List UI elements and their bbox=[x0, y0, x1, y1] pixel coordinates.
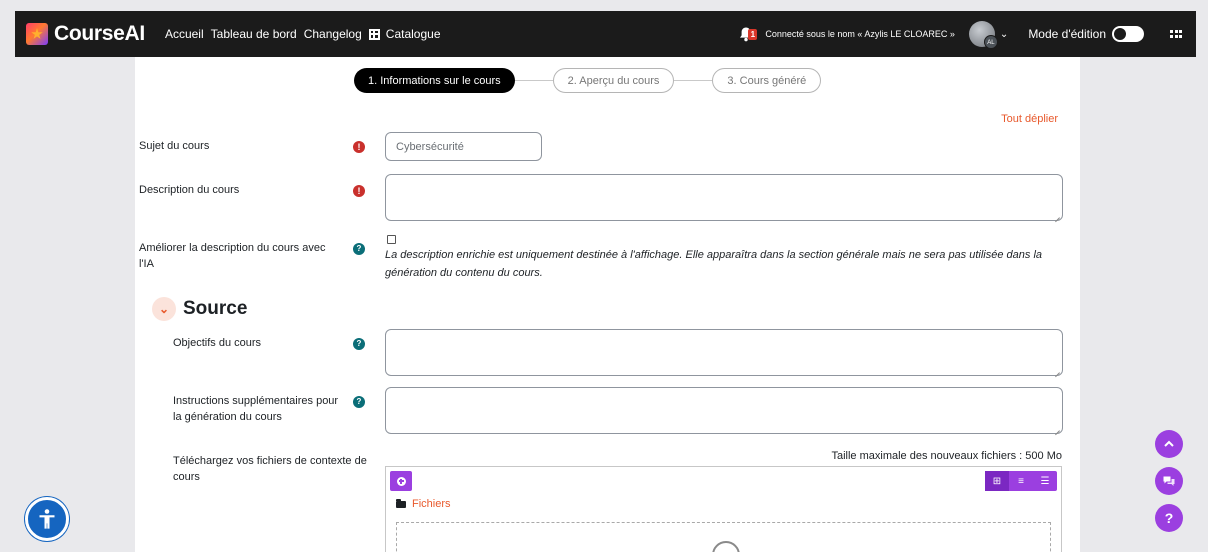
tree-view-button[interactable]: ☰ bbox=[1033, 471, 1057, 491]
file-drop-zone[interactable] bbox=[396, 522, 1051, 552]
user-menu-chevron-down-icon[interactable]: ⌄ bbox=[1000, 29, 1008, 40]
expand-all-link[interactable]: Tout déplier bbox=[1001, 113, 1058, 125]
help-question-icon[interactable]: ? bbox=[353, 243, 365, 255]
list-view-button[interactable]: ≡ bbox=[1009, 471, 1033, 491]
notifications-button[interactable]: 1 bbox=[739, 26, 758, 42]
nav-changelog[interactable]: Changelog bbox=[304, 27, 362, 41]
description-label: Description du cours bbox=[139, 184, 240, 196]
subject-label: Sujet du cours bbox=[139, 140, 210, 152]
catalog-grid-icon bbox=[368, 28, 380, 40]
help-question-icon[interactable]: ? bbox=[353, 338, 365, 350]
resize-handle-icon[interactable] bbox=[1054, 367, 1060, 373]
max-file-size-text: Taille maximale des nouveaux fichiers : … bbox=[831, 450, 1062, 462]
chevron-up-icon bbox=[1164, 440, 1174, 447]
icons-view-button[interactable]: ⊞ bbox=[985, 471, 1009, 491]
user-area: 1 Connecté sous le nom « Azylis LE CLOAR… bbox=[739, 21, 1196, 49]
section-source-title: Source bbox=[183, 298, 248, 319]
add-file-button[interactable] bbox=[390, 471, 412, 491]
step-course-generated[interactable]: 3. Cours généré bbox=[712, 68, 822, 93]
accessibility-icon bbox=[39, 509, 55, 529]
apps-grid-icon[interactable] bbox=[1170, 29, 1182, 39]
primary-nav: Accueil Tableau de bord Changelog Catalo… bbox=[165, 27, 448, 41]
edit-mode-toggle[interactable] bbox=[1112, 26, 1144, 42]
improve-description-checkbox[interactable] bbox=[387, 235, 396, 244]
instructions-label: Instructions supplémentaires pour la gén… bbox=[173, 395, 339, 423]
avatar-initials: AL bbox=[983, 35, 998, 49]
files-folder-link[interactable]: Fichiers bbox=[412, 498, 451, 510]
instructions-textarea[interactable] bbox=[385, 387, 1063, 434]
upload-label: Téléchargez vos fichiers de contexte de … bbox=[173, 455, 367, 483]
user-avatar[interactable]: AL bbox=[968, 21, 998, 49]
brand-logo[interactable]: CourseAI bbox=[26, 22, 145, 46]
brand-name: CourseAI bbox=[54, 22, 145, 45]
chat-button[interactable] bbox=[1155, 467, 1183, 495]
help-button[interactable]: ? bbox=[1155, 504, 1183, 532]
edit-mode-label: Mode d'édition bbox=[1028, 27, 1106, 41]
chat-bubbles-icon bbox=[1163, 476, 1175, 486]
improve-description-label: Améliorer la description du cours avec l… bbox=[139, 242, 326, 270]
help-question-icon[interactable]: ? bbox=[353, 396, 365, 408]
section-collapse-chevron-icon[interactable]: ⌄ bbox=[152, 297, 176, 321]
subject-input[interactable] bbox=[385, 132, 542, 161]
nav-home[interactable]: Accueil bbox=[165, 27, 204, 41]
course-stepper: 1. Informations sur le cours 2. Aperçu d… bbox=[354, 68, 822, 93]
required-exclamation-icon: ! bbox=[353, 141, 365, 153]
nav-catalog-label: Catalogue bbox=[385, 27, 441, 41]
step-course-info[interactable]: 1. Informations sur le cours bbox=[354, 68, 515, 93]
nav-dashboard[interactable]: Tableau de bord bbox=[211, 27, 297, 41]
top-navbar: CourseAI Accueil Tableau de bord Changel… bbox=[15, 11, 1196, 57]
resize-handle-icon[interactable] bbox=[1054, 425, 1060, 431]
objectives-label: Objectifs du cours bbox=[173, 337, 262, 349]
accessibility-button[interactable] bbox=[25, 497, 69, 541]
logged-in-as-text: Connecté sous le nom « Azylis LE CLOAREC… bbox=[765, 29, 955, 39]
required-exclamation-icon: ! bbox=[353, 185, 365, 197]
nav-catalog[interactable]: Catalogue bbox=[368, 27, 441, 41]
description-textarea[interactable] bbox=[385, 174, 1063, 221]
scroll-to-top-button[interactable] bbox=[1155, 430, 1183, 458]
view-switcher: ⊞ ≡ ☰ bbox=[985, 471, 1057, 491]
step-course-preview[interactable]: 2. Aperçu du cours bbox=[552, 68, 675, 93]
objectives-textarea[interactable] bbox=[385, 329, 1063, 376]
upload-icon bbox=[712, 541, 740, 552]
resize-handle-icon[interactable] bbox=[1054, 212, 1060, 218]
main-content: 1. Informations sur le cours 2. Aperçu d… bbox=[135, 57, 1080, 552]
folder-icon bbox=[396, 498, 406, 508]
stepper-connector bbox=[674, 80, 713, 81]
stepper-connector bbox=[514, 80, 553, 81]
improve-description-help-text: La description enrichie est uniquement d… bbox=[385, 249, 1043, 279]
file-picker: ⊞ ≡ ☰ Fichiers bbox=[385, 466, 1062, 552]
notification-count-badge: 1 bbox=[748, 29, 758, 40]
folder-breadcrumb: Fichiers bbox=[396, 498, 451, 510]
logo-icon bbox=[26, 23, 48, 45]
plus-circle-icon bbox=[396, 476, 406, 486]
